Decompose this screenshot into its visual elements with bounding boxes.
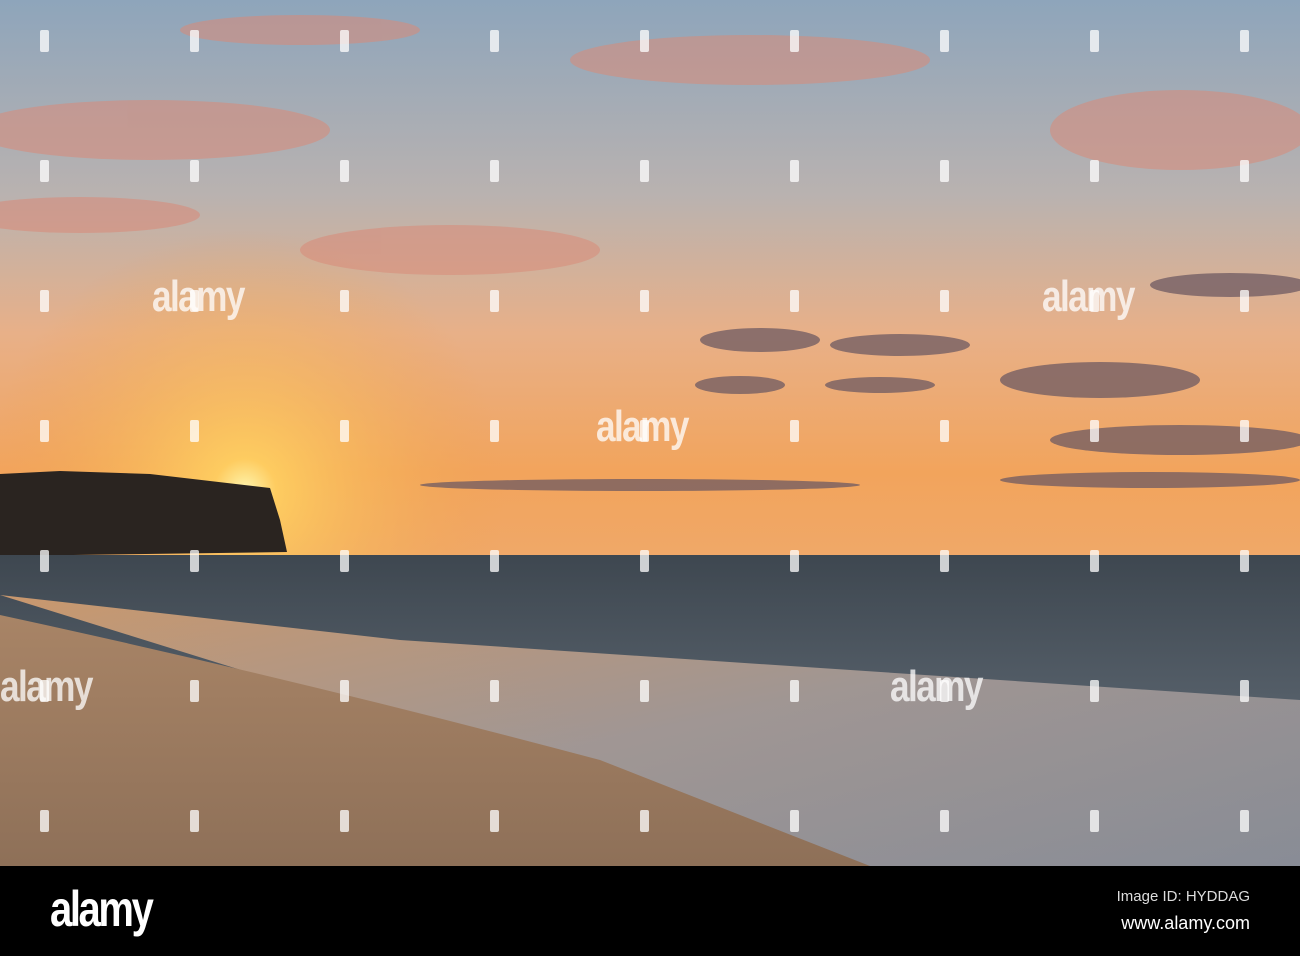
watermark-dot [190, 160, 199, 182]
watermark-dot [1090, 290, 1099, 312]
watermark: alamy [890, 662, 983, 711]
watermark: alamy [1042, 272, 1135, 321]
photo-scene: alamy alamy alamy alamy alamy alamy Imag… [0, 0, 1300, 956]
watermark-dot [1090, 680, 1099, 702]
watermark-dot [1240, 160, 1249, 182]
watermark-dot [340, 420, 349, 442]
watermark-dot [490, 810, 499, 832]
watermark-dot [790, 550, 799, 572]
watermark-dot [1240, 550, 1249, 572]
image-id: Image ID: HYDDAG [1116, 888, 1250, 905]
watermark-dot [340, 810, 349, 832]
watermark-dot [40, 550, 49, 572]
watermark-dot [40, 290, 49, 312]
watermark-dot [340, 160, 349, 182]
watermark-dot [1090, 810, 1099, 832]
watermark-dot [340, 30, 349, 52]
watermark-dot [340, 680, 349, 702]
watermark-dot [640, 420, 649, 442]
watermark-dot [190, 810, 199, 832]
watermark-dot [940, 290, 949, 312]
watermark-dot [1240, 30, 1249, 52]
watermark-dot [940, 420, 949, 442]
watermark-dot [190, 550, 199, 572]
footer-bar: alamy Image ID: HYDDAG www.alamy.com [0, 866, 1300, 956]
watermark-dot [790, 420, 799, 442]
watermark-dot [640, 290, 649, 312]
watermark-dot [790, 30, 799, 52]
watermark-dot [1090, 160, 1099, 182]
watermark-dot [640, 550, 649, 572]
watermark-dot [1240, 290, 1249, 312]
watermark-dot [940, 680, 949, 702]
watermark-dot [640, 810, 649, 832]
watermark-dot [490, 290, 499, 312]
watermark-dot [190, 420, 199, 442]
watermark-dot [490, 680, 499, 702]
site-url: www.alamy.com [1121, 913, 1250, 933]
watermark-dot [1240, 680, 1249, 702]
watermark-dot [340, 550, 349, 572]
watermark-dot [940, 810, 949, 832]
watermark-dot [940, 30, 949, 52]
watermark-dot [40, 680, 49, 702]
watermark-dot [190, 30, 199, 52]
watermark-dot [940, 550, 949, 572]
watermark-dot [640, 680, 649, 702]
watermark-dot [40, 160, 49, 182]
watermark-dot [1240, 420, 1249, 442]
watermark-dot [340, 290, 349, 312]
watermark-dot [640, 160, 649, 182]
watermark-dot [490, 160, 499, 182]
watermark-dot [940, 160, 949, 182]
watermark-dot [190, 680, 199, 702]
watermark-dot [190, 290, 199, 312]
watermark-dot [790, 680, 799, 702]
watermark-dot [1090, 550, 1099, 572]
watermark-dot [640, 30, 649, 52]
watermark-dot [790, 290, 799, 312]
watermark-dot [40, 420, 49, 442]
watermark-dot [790, 160, 799, 182]
watermark-dot [790, 810, 799, 832]
watermark-dot [1090, 420, 1099, 442]
alamy-logo: alamy [50, 881, 154, 937]
watermark-dot [40, 810, 49, 832]
watermark-dot [1240, 810, 1249, 832]
watermark-dot [490, 30, 499, 52]
watermark-dot [40, 30, 49, 52]
watermark-dot [490, 420, 499, 442]
watermark-dot [1090, 30, 1099, 52]
watermark-dot [490, 550, 499, 572]
